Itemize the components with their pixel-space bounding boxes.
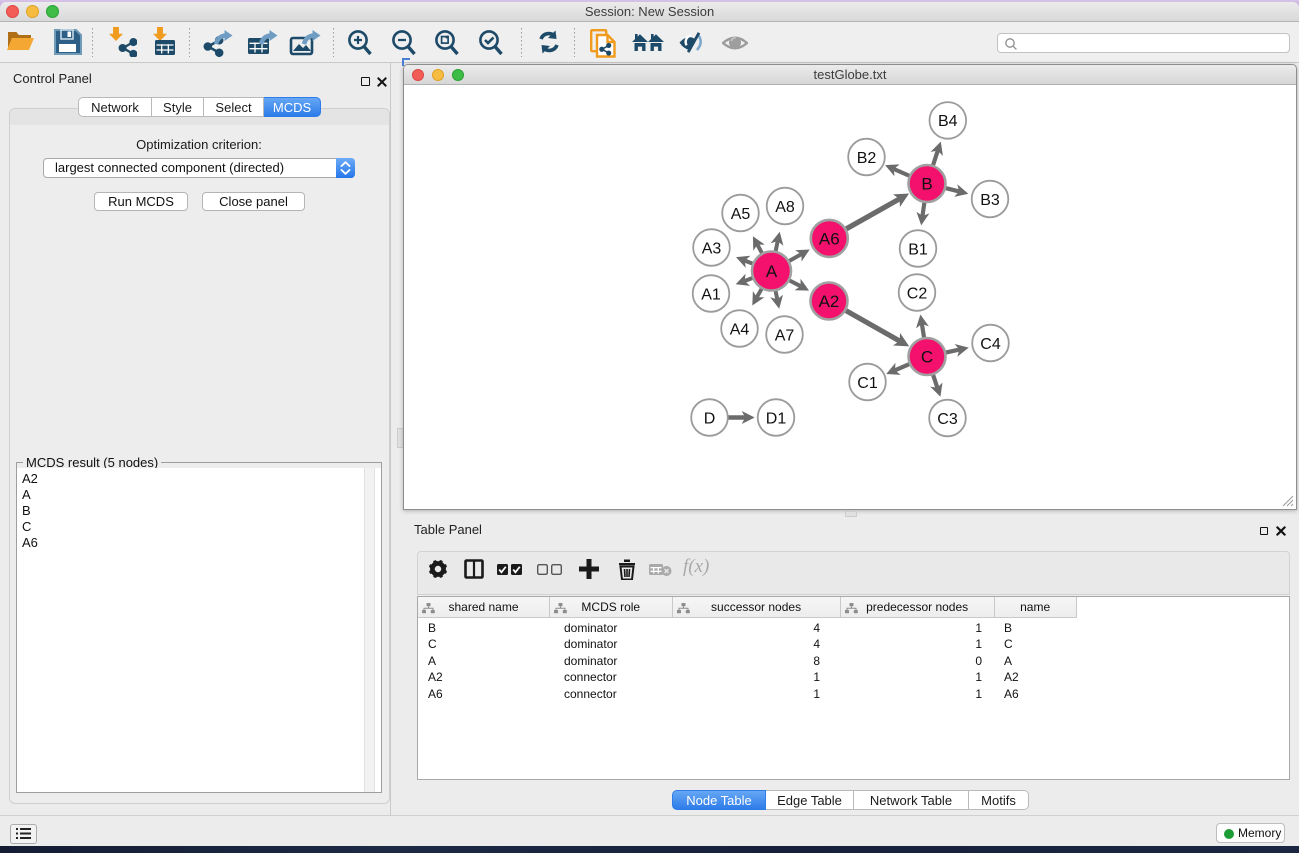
svg-text:C1: C1 [857, 375, 878, 392]
svg-text:C3: C3 [937, 411, 958, 428]
svg-text:A6: A6 [819, 230, 840, 249]
svg-text:D: D [704, 410, 716, 427]
svg-text:B: B [921, 175, 932, 194]
svg-text:A7: A7 [775, 327, 795, 344]
svg-text:C2: C2 [907, 285, 928, 302]
svg-text:A8: A8 [775, 199, 795, 216]
svg-text:A3: A3 [702, 240, 722, 257]
svg-text:A4: A4 [730, 321, 750, 338]
svg-text:A: A [766, 262, 778, 281]
svg-text:A1: A1 [701, 286, 721, 303]
svg-text:C4: C4 [980, 336, 1001, 353]
svg-text:B2: B2 [857, 150, 877, 167]
svg-text:A5: A5 [731, 206, 751, 223]
svg-text:B3: B3 [980, 192, 1000, 209]
svg-text:D1: D1 [766, 410, 787, 427]
svg-text:B1: B1 [908, 241, 928, 258]
svg-text:A2: A2 [819, 292, 840, 311]
svg-text:B4: B4 [938, 113, 958, 130]
svg-text:C: C [921, 348, 933, 367]
